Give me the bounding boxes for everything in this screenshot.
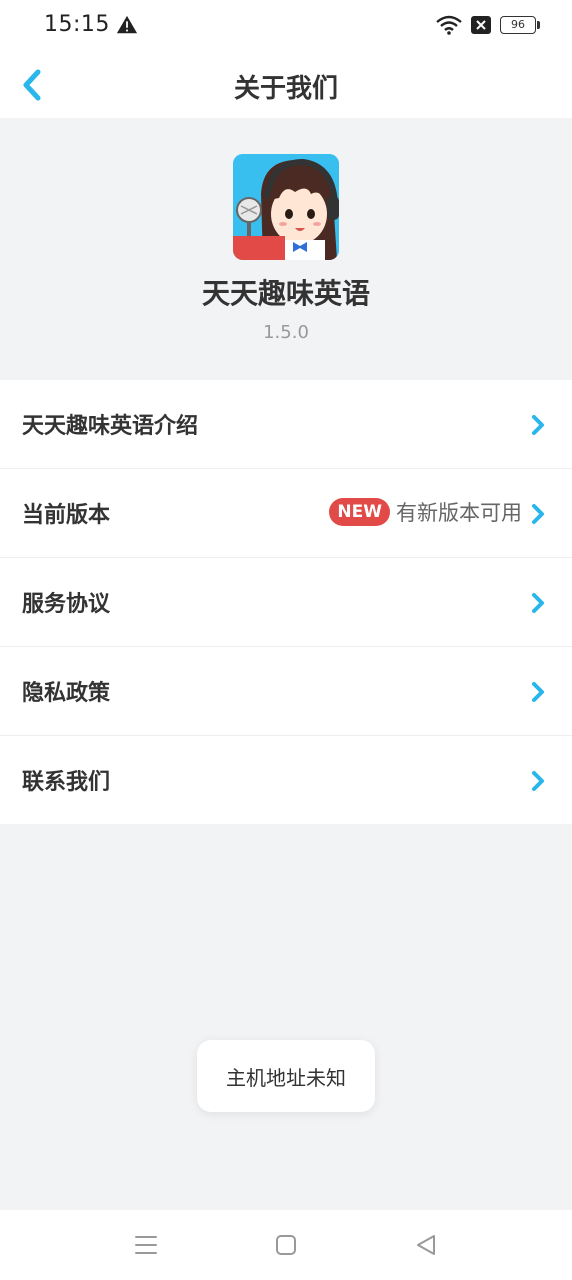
chevron-right-icon [532,504,544,524]
chevron-right-icon [532,593,544,613]
chevron-right-icon [532,682,544,702]
home-icon[interactable] [272,1232,300,1258]
wifi-icon [436,15,462,35]
back-nav-icon[interactable] [412,1232,440,1258]
menu-item-label: 当前版本 [22,503,111,528]
menu-icon[interactable] [132,1232,160,1258]
status-bar: 15:15 96 [0,0,572,52]
update-indicator: NEW 有新版本可用 [329,497,522,527]
app-logo [233,154,339,260]
menu-item-label: 隐私政策 [22,681,111,706]
menu-item-label: 联系我们 [22,770,111,795]
battery-icon: 96 [500,16,540,34]
update-available-text: 有新版本可用 [396,501,522,525]
app-header: 天天趣味英语 1.5.0 [0,118,572,380]
menu-item-current-version[interactable]: 当前版本 NEW 有新版本可用 [0,469,572,558]
sim-card-icon [471,16,491,34]
status-icons: 96 [436,14,540,36]
menu-item-service-agreement[interactable]: 服务协议 [0,558,572,647]
menu-list: 天天趣味英语介绍 当前版本 NEW 有新版本可用 服务协议 隐私政策 联系我们 [0,380,572,824]
nav-bar: 关于我们 [0,52,572,118]
menu-item-contact-us[interactable]: 联系我们 [0,736,572,824]
status-time: 15:15 [44,12,110,37]
menu-item-privacy-policy[interactable]: 隐私政策 [0,647,572,736]
toast-message: 主机地址未知 [197,1040,375,1112]
app-version: 1.5.0 [263,322,309,343]
system-nav-bar [0,1210,572,1280]
chevron-right-icon [532,415,544,435]
menu-item-label: 服务协议 [22,592,111,617]
menu-item-intro[interactable]: 天天趣味英语介绍 [0,380,572,469]
page-title: 关于我们 [233,74,338,104]
new-badge: NEW [329,498,390,526]
warning-icon [116,15,138,34]
app-logo-illustration [233,154,339,260]
app-name: 天天趣味英语 [201,277,370,310]
chevron-right-icon [532,771,544,791]
menu-item-label: 天天趣味英语介绍 [22,414,199,439]
